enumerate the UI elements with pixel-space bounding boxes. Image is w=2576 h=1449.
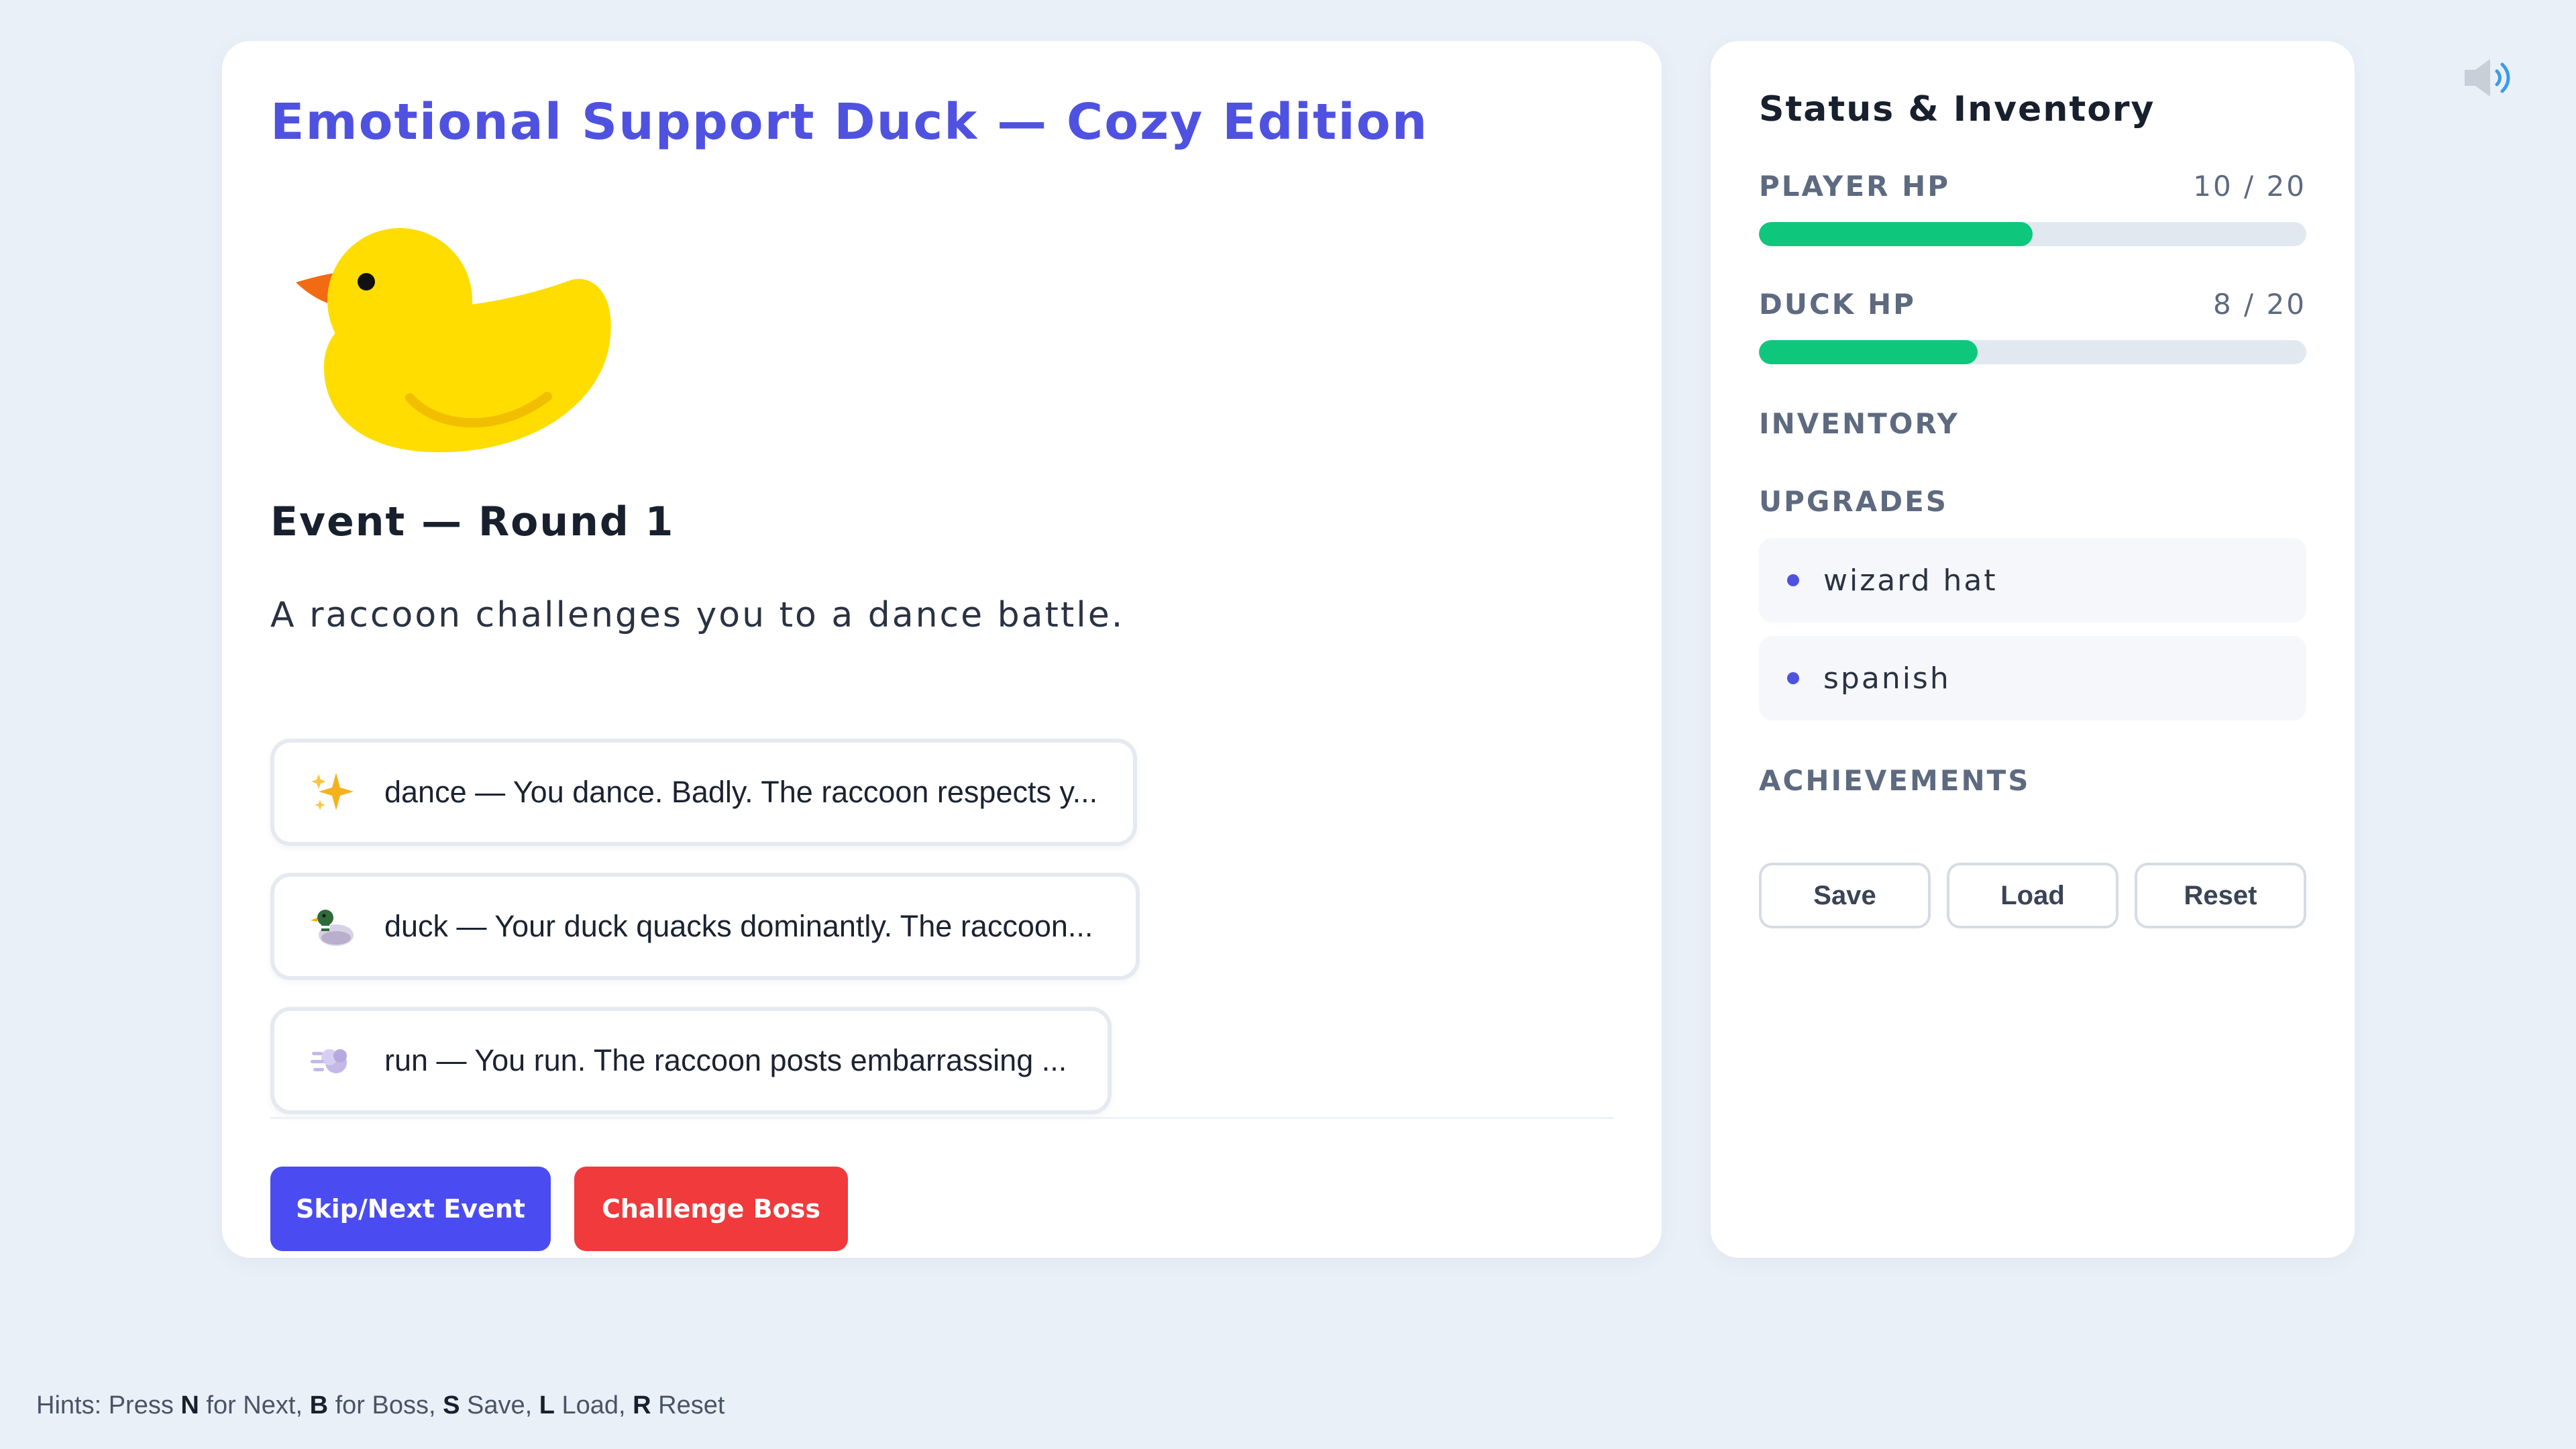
load-button[interactable]: Load (1947, 863, 2118, 928)
save-button[interactable]: Save (1759, 863, 1931, 928)
duck-hp-label: DUCK HP (1759, 288, 1916, 321)
status-title: Status & Inventory (1759, 89, 2155, 129)
player-hp-label: PLAYER HP (1759, 170, 1951, 203)
player-hp-bar (1759, 222, 2306, 246)
choice-label: run — You run. The raccoon posts embarra… (384, 1043, 1067, 1077)
choice-duck-button[interactable]: duck — Your duck quacks dominantly. The … (270, 873, 1140, 980)
bullet-icon (1787, 574, 1799, 586)
duck-hp-fill (1759, 340, 1978, 364)
choice-label: dance — You dance. Badly. The raccoon re… (384, 775, 1098, 809)
choice-label: duck — Your duck quacks dominantly. The … (384, 909, 1093, 943)
hint-text: Reset (651, 1391, 725, 1419)
hint-key: B (309, 1391, 329, 1419)
event-panel: Emotional Support Duck — Cozy Edition Ev… (222, 41, 1662, 1258)
duck-hp-bar (1759, 340, 2306, 364)
hint-text: Load, (554, 1391, 633, 1419)
hint-text: Hints: Press (36, 1391, 181, 1419)
status-panel: Status & Inventory PLAYER HP 10 / 20 DUC… (1711, 41, 2355, 1258)
divider (270, 1117, 1613, 1119)
upgrades-heading: UPGRADES (1759, 485, 1949, 518)
sparkles-icon (311, 773, 354, 810)
choice-dance-button[interactable]: dance — You dance. Badly. The raccoon re… (270, 739, 1137, 846)
duck-icon (311, 910, 354, 946)
bullet-icon (1787, 672, 1799, 684)
upgrade-label: wizard hat (1823, 563, 1998, 598)
keyboard-hints: Hints: Press N for Next, B for Boss, S S… (36, 1391, 724, 1420)
hint-text: for Boss, (328, 1391, 443, 1419)
upgrade-label: spanish (1823, 661, 1951, 696)
challenge-boss-button[interactable]: Challenge Boss (574, 1167, 848, 1251)
upgrade-item: spanish (1759, 636, 2306, 720)
hint-text: for Next, (199, 1391, 310, 1419)
skip-next-event-button[interactable]: Skip/Next Event (270, 1167, 551, 1251)
dash-icon (311, 1049, 347, 1073)
duck-hp-value: 8 / 20 (2212, 288, 2306, 321)
event-heading: Event — Round 1 (270, 498, 675, 545)
hint-key: L (539, 1391, 555, 1419)
game-screen: Emotional Support Duck — Cozy Edition Ev… (0, 0, 2576, 1449)
hint-key: N (180, 1391, 199, 1419)
choice-run-button[interactable]: run — You run. The raccoon posts embarra… (270, 1007, 1112, 1114)
game-title: Emotional Support Duck — Cozy Edition (270, 93, 1429, 151)
duck-illustration (296, 228, 611, 453)
hint-key: S (443, 1391, 460, 1419)
reset-button[interactable]: Reset (2135, 863, 2306, 928)
player-hp-fill (1759, 222, 2033, 246)
inventory-heading: INVENTORY (1759, 407, 1960, 440)
player-hp-value: 10 / 20 (2193, 170, 2306, 203)
event-description: A raccoon challenges you to a dance batt… (270, 595, 1125, 635)
hint-text: Save, (460, 1391, 539, 1419)
volume-icon[interactable] (2462, 56, 2518, 99)
hint-key: R (633, 1391, 651, 1419)
upgrade-item: wizard hat (1759, 538, 2306, 623)
achievements-heading: ACHIEVEMENTS (1759, 764, 2031, 797)
